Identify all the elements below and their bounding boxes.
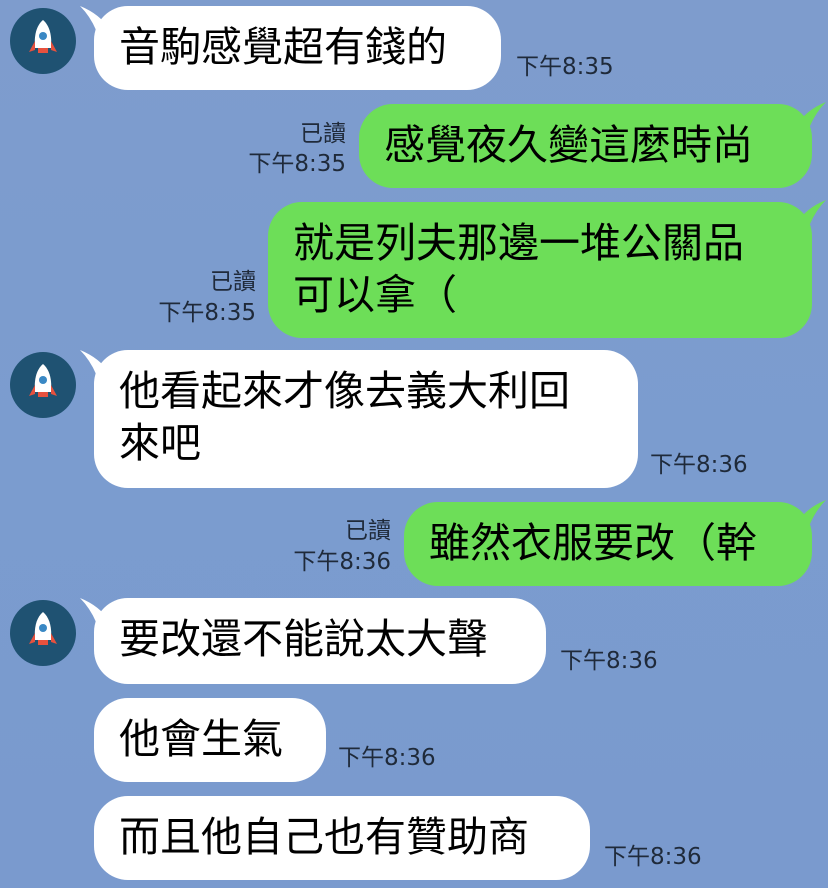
message-text: 要改還不能說太大聲	[119, 615, 488, 663]
message-bubble[interactable]: 音駒感覺超有錢的	[94, 6, 501, 90]
message-time: 下午8:35	[516, 54, 614, 80]
message-text: 而且他自己也有贊助商	[119, 813, 529, 861]
message-bubble[interactable]: 他看起來才像去義大利回 來吧	[94, 350, 638, 488]
message-bubble[interactable]: 就是列夫那邊一堆公關品 可以拿（	[268, 202, 812, 338]
avatar[interactable]	[10, 8, 76, 74]
message-text: 感覺夜久變這麼時尚	[384, 121, 753, 169]
read-receipt: 已讀	[300, 121, 346, 147]
read-receipt: 已讀	[210, 269, 256, 295]
read-receipt: 已讀	[345, 518, 391, 544]
rocket-icon	[29, 364, 57, 397]
bubble-tail	[796, 102, 826, 126]
message-text: 雖然衣服要改（幹	[429, 519, 757, 567]
message-bubble[interactable]: 而且他自己也有贊助商	[94, 796, 590, 880]
message-time: 下午8:36	[604, 844, 702, 870]
message-time: 下午8:36	[293, 549, 391, 575]
message-text-line: 來吧	[119, 419, 201, 467]
message-bubble[interactable]: 感覺夜久變這麼時尚	[359, 104, 812, 188]
rocket-icon	[29, 612, 57, 645]
message-text-line: 就是列夫那邊一堆公關品	[293, 219, 744, 267]
message-time: 下午8:36	[560, 648, 658, 674]
message-bubble[interactable]: 要改還不能說太大聲	[94, 598, 546, 684]
rocket-icon	[29, 20, 57, 53]
message-time: 下午8:36	[650, 452, 748, 478]
message-text: 音駒感覺超有錢的	[119, 23, 447, 71]
message-time: 下午8:35	[158, 300, 256, 326]
message-text-line: 他看起來才像去義大利回	[119, 367, 570, 415]
bubble-tail	[796, 200, 826, 224]
message-bubble[interactable]: 雖然衣服要改（幹	[404, 502, 812, 586]
message-text: 他會生氣	[119, 715, 283, 763]
bubble-tail	[796, 500, 826, 524]
message-bubble[interactable]: 他會生氣	[94, 698, 326, 782]
message-time: 下午8:36	[338, 745, 436, 771]
message-time: 下午8:35	[248, 151, 346, 177]
avatar[interactable]	[10, 352, 76, 418]
message-text-line: 可以拿（	[293, 271, 457, 319]
avatar[interactable]	[10, 600, 76, 666]
